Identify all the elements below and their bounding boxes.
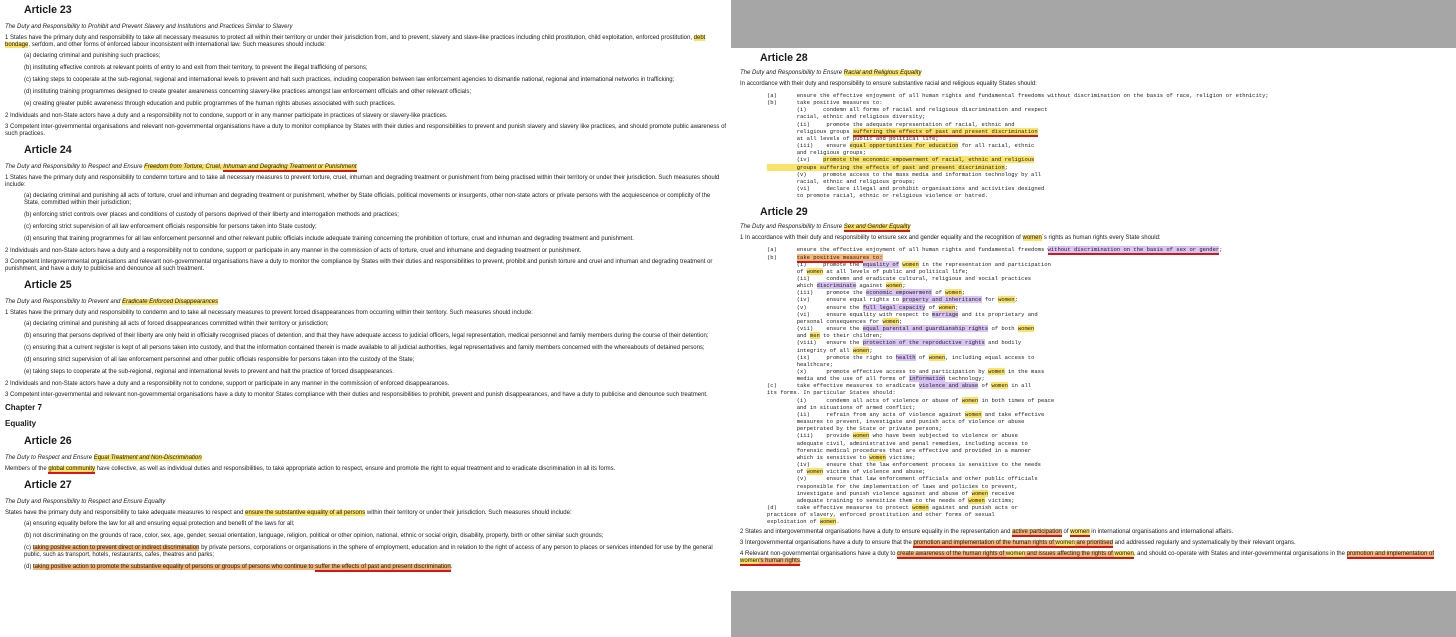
article-28-title: Article 28 bbox=[760, 52, 808, 64]
article-25-paragraph-2: 2 Individuals and non-State actors have … bbox=[5, 381, 450, 387]
article-24-subtitle: The Duty and Responsibility to Respect a… bbox=[5, 164, 357, 172]
article-29-paragraph-1: 1 In accordance with their duty and resp… bbox=[740, 235, 1161, 242]
article-29-paragraph-4: 4 Relevant non-governmental organisation… bbox=[740, 551, 1434, 567]
article-29-title: Article 29 bbox=[760, 206, 808, 219]
article-28-intro: In accordance with their duty and respon… bbox=[740, 81, 1037, 87]
article-25-title: Article 25 bbox=[24, 279, 72, 291]
list-item: (d) ensuring that training programmes fo… bbox=[24, 236, 634, 242]
chapter-name: Equality bbox=[5, 419, 37, 428]
list-item: (c) taking positive action to prevent di… bbox=[24, 545, 713, 558]
article-26-paragraph: Members of the global community have col… bbox=[5, 466, 616, 474]
article-26-subtitle: The Duty to Respect and Ensure Equal Tre… bbox=[5, 455, 202, 461]
article-23-paragraph-1: 1 States have the primary duty and respo… bbox=[5, 35, 706, 48]
list-item: (a) declaring criminal and punishing all… bbox=[24, 321, 329, 327]
right-viewer-pane: Article 28 The Duty and Responsibility t… bbox=[731, 0, 1456, 637]
article-25-paragraph-1: 1 States have the primary duty and respo… bbox=[5, 310, 533, 316]
article-23-paragraph-2: 2 Individuals and non-State actors have … bbox=[5, 113, 448, 119]
article-26-title: Article 26 bbox=[24, 435, 72, 447]
list-item: (c) ensuring that a current register is … bbox=[24, 345, 705, 351]
list-item: (b) instituting effective controls at re… bbox=[24, 65, 368, 71]
list-item: (b) not discriminating on the grounds of… bbox=[24, 533, 604, 539]
article-24-paragraph-1: 1 States have the primary duty and respo… bbox=[5, 175, 720, 188]
list-item: (e) taking steps to cooperate at the sub… bbox=[24, 369, 394, 375]
list-item: (a) declaring criminal and punishing all… bbox=[24, 193, 711, 206]
article-29-paragraph-3: 3 Intergovernmental organisations have a… bbox=[740, 540, 1296, 549]
list-item: (b) enforcing strict controls over place… bbox=[24, 212, 399, 218]
article-28-subtitle: The Duty and Responsibility to Ensure Ra… bbox=[740, 70, 922, 76]
article-29-subtitle: The Duty and Responsibility to Ensure Se… bbox=[740, 224, 911, 233]
article-25-subtitle: The Duty and Responsibility to Prevent a… bbox=[5, 299, 219, 305]
list-item: (e) creating greater public awareness th… bbox=[24, 101, 396, 107]
list-item: (a) declaring criminal and punishing suc… bbox=[24, 53, 161, 59]
list-item: (d) ensuring strict supervision of all l… bbox=[24, 357, 415, 363]
article-24-paragraph-2: 2 Individuals and non-State actors have … bbox=[5, 248, 582, 254]
article-23-title: Article 23 bbox=[24, 4, 72, 16]
article-29-list: (a) ensure the effective enjoyment of al… bbox=[767, 246, 1223, 526]
article-29-paragraph-2: 2 States and intergovernmental organisat… bbox=[740, 529, 1234, 538]
list-item: (b) ensuring that persons deprived of th… bbox=[24, 333, 709, 339]
article-27-paragraph: States have the primary duty and respons… bbox=[5, 510, 572, 516]
list-item: (a) ensuring equality before the law for… bbox=[24, 521, 295, 527]
list-item: (d) taking positive action to promote th… bbox=[24, 564, 453, 572]
article-24-title: Article 24 bbox=[24, 144, 72, 156]
article-23-subtitle: The Duty and Responsibility to Prohibit … bbox=[5, 24, 293, 30]
list-item: (c) taking steps to cooperate at the sub… bbox=[24, 77, 675, 83]
article-25-paragraph-3: 3 Competent inter-governmental and relev… bbox=[5, 392, 708, 398]
article-27-title: Article 27 bbox=[24, 479, 72, 491]
right-document-page: Article 28 The Duty and Responsibility t… bbox=[731, 48, 1456, 591]
article-27-subtitle: The Duty and Responsibility to Respect a… bbox=[5, 499, 166, 505]
left-document-page: Article 23 The Duty and Responsibility t… bbox=[0, 0, 731, 637]
list-item: (d) instituting training programmes desi… bbox=[24, 89, 471, 95]
article-28-list: (a) ensure the effective enjoyment of al… bbox=[767, 92, 1269, 200]
list-item: (c) enforcing strict supervision of all … bbox=[24, 224, 317, 230]
article-23-paragraph-3: 3 Competent inter-governmental organisat… bbox=[5, 124, 727, 137]
chapter-heading: Chapter 7 bbox=[5, 403, 42, 412]
article-24-paragraph-3: 3 Competent intergovernmental organisati… bbox=[5, 259, 713, 272]
